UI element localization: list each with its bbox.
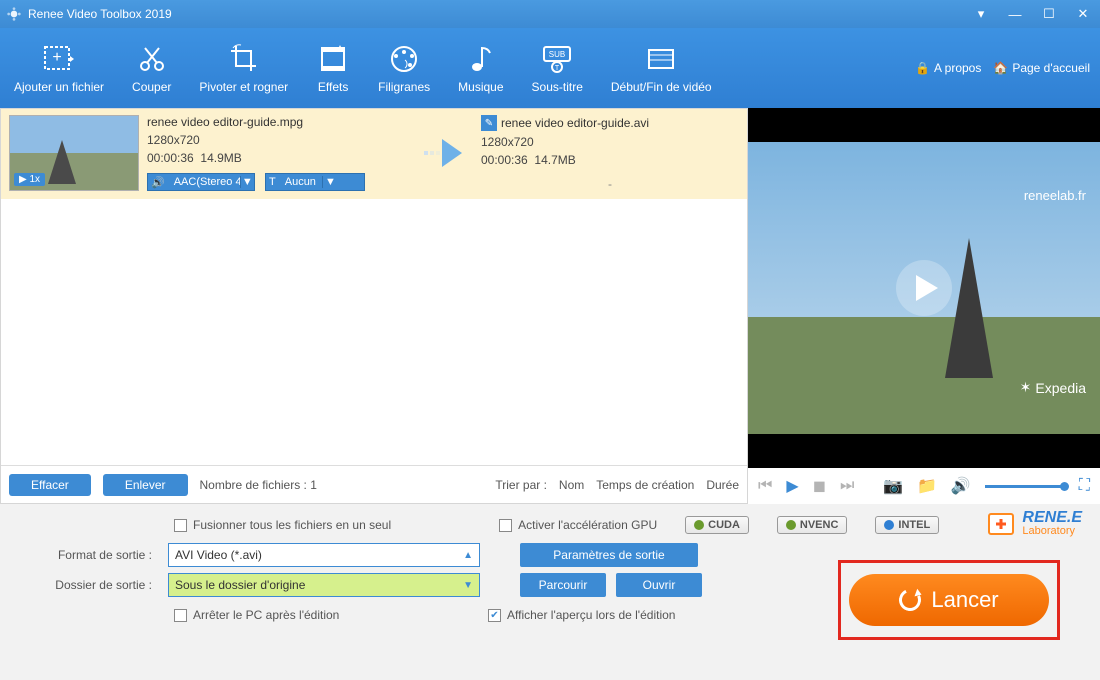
home-link[interactable]: 🏠Page d'accueil bbox=[993, 61, 1090, 75]
stop-button[interactable]: ◼ bbox=[813, 476, 826, 496]
volume-icon[interactable]: 🔊 bbox=[951, 476, 971, 496]
sort-duration[interactable]: Durée bbox=[706, 478, 739, 492]
file-count: Nombre de fichiers : 1 bbox=[200, 478, 317, 492]
output-format-dropdown[interactable]: AVI Video (*.avi)▲ bbox=[168, 543, 480, 567]
input-filename: renee video editor-guide.mpg bbox=[147, 115, 405, 129]
shutdown-checkbox[interactable]: Arrêter le PC après l'édition bbox=[174, 608, 464, 622]
launch-highlight: Lancer bbox=[838, 560, 1060, 640]
file-row[interactable]: ▶ 1x renee video editor-guide.mpg 1280x7… bbox=[1, 109, 747, 199]
svg-text:+: + bbox=[52, 49, 61, 66]
audio-codec-dropdown[interactable]: 🔊AAC(Stereo 4▼ bbox=[147, 173, 255, 191]
add-file-button[interactable]: + Ajouter un fichier bbox=[0, 28, 118, 108]
input-resolution: 1280x720 bbox=[147, 133, 405, 147]
edit-output-name-button[interactable]: ✎ bbox=[481, 115, 497, 131]
output-folder-dropdown[interactable]: Sous le dossier d'origine▼ bbox=[168, 573, 480, 597]
open-button[interactable]: Ouvrir bbox=[616, 573, 702, 597]
conversion-arrow-icon bbox=[413, 115, 473, 191]
preview-checkbox[interactable]: ✔Afficher l'aperçu lors de l'édition bbox=[488, 608, 675, 622]
output-resolution: 1280x720 bbox=[481, 135, 739, 149]
filmstrip-icon bbox=[316, 42, 350, 76]
svg-text:SUB: SUB bbox=[549, 50, 565, 59]
prev-button[interactable]: ⏮ bbox=[758, 477, 772, 495]
play-button[interactable]: ▶ bbox=[786, 476, 798, 496]
intel-chip[interactable]: INTEL bbox=[875, 516, 939, 534]
subtitle-dropdown[interactable]: TAucun▼ bbox=[265, 173, 365, 191]
minimize-button[interactable]: — bbox=[998, 0, 1032, 28]
cut-button[interactable]: Couper bbox=[118, 28, 185, 108]
add-file-icon: + bbox=[42, 42, 76, 76]
brand-logo: RENE.ELaboratory bbox=[986, 508, 1082, 538]
subtitle-button[interactable]: SUBT Sous-titre bbox=[518, 28, 597, 108]
maximize-button[interactable]: ☐ bbox=[1032, 0, 1066, 28]
next-button[interactable]: ⏭ bbox=[840, 477, 854, 495]
fullscreen-button[interactable]: ⛶ bbox=[1079, 477, 1090, 495]
lock-icon: 🔒 bbox=[915, 61, 930, 75]
format-label: Format de sortie : bbox=[14, 548, 158, 562]
app-title: Renee Video Toolbox 2019 bbox=[28, 7, 172, 21]
cuda-chip[interactable]: CUDA bbox=[685, 516, 749, 534]
refresh-icon bbox=[896, 586, 924, 614]
scissors-icon bbox=[135, 42, 169, 76]
clear-button[interactable]: Effacer bbox=[9, 474, 91, 496]
play-overlay-icon[interactable] bbox=[896, 260, 952, 316]
about-link[interactable]: 🔒A propos bbox=[915, 61, 981, 75]
output-settings-button[interactable]: Paramètres de sortie bbox=[520, 543, 698, 567]
input-thumbnail[interactable]: ▶ 1x bbox=[9, 115, 139, 191]
begin-end-button[interactable]: Début/Fin de vidéo bbox=[597, 28, 726, 108]
music-button[interactable]: Musique bbox=[444, 28, 517, 108]
watermarks-button[interactable]: Filigranes bbox=[364, 28, 444, 108]
music-note-icon bbox=[464, 42, 498, 76]
output-filename: renee video editor-guide.avi bbox=[501, 116, 649, 130]
volume-slider[interactable] bbox=[985, 485, 1065, 488]
begin-end-icon bbox=[644, 42, 678, 76]
subtitle-t-icon: T bbox=[266, 176, 279, 188]
remove-button[interactable]: Enlever bbox=[103, 474, 188, 496]
video-preview[interactable]: reneelab.fr ✶Expedia bbox=[748, 142, 1100, 434]
toolbar-chevron-icon[interactable]: ▾ bbox=[964, 0, 998, 28]
effects-button[interactable]: Effets bbox=[302, 28, 364, 108]
main-toolbar: + Ajouter un fichier Couper Pivoter et r… bbox=[0, 28, 1100, 108]
close-button[interactable]: ✕ bbox=[1066, 0, 1100, 28]
file-list: ▶ 1x renee video editor-guide.mpg 1280x7… bbox=[1, 109, 747, 465]
merge-checkbox[interactable]: Fusionner tous les fichiers en un seul bbox=[174, 518, 391, 532]
svg-text:T: T bbox=[555, 65, 560, 72]
list-footer: Effacer Enlever Nombre de fichiers : 1 T… bbox=[1, 465, 747, 503]
preview-brand-badge: ✶Expedia bbox=[1020, 379, 1086, 396]
watermark-icon bbox=[387, 42, 421, 76]
output-extra: - bbox=[481, 177, 739, 191]
snapshot-button[interactable]: 📷 bbox=[883, 476, 903, 496]
player-controls: ⏮ ▶ ◼ ⏭ 📷 📁 🔊 ⛶ bbox=[748, 468, 1100, 504]
thumbnail-speed-badge: ▶ 1x bbox=[14, 173, 45, 186]
rotate-crop-button[interactable]: Pivoter et rogner bbox=[185, 28, 302, 108]
preview-watermark: reneelab.fr bbox=[1024, 188, 1086, 203]
subtitle-icon: SUB T bbox=[540, 42, 574, 76]
app-logo-icon bbox=[6, 6, 22, 22]
home-icon: 🏠 bbox=[993, 61, 1008, 75]
launch-button[interactable]: Lancer bbox=[849, 574, 1049, 626]
nvenc-chip[interactable]: NVENC bbox=[777, 516, 848, 534]
sort-name[interactable]: Nom bbox=[559, 478, 584, 492]
open-folder-button[interactable]: 📁 bbox=[917, 476, 937, 496]
folder-label: Dossier de sortie : bbox=[14, 578, 158, 592]
title-bar: Renee Video Toolbox 2019 ▾ — ☐ ✕ bbox=[0, 0, 1100, 28]
bottom-panel: RENE.ELaboratory Fusionner tous les fich… bbox=[0, 504, 1100, 680]
browse-button[interactable]: Parcourir bbox=[520, 573, 606, 597]
crop-icon bbox=[227, 42, 261, 76]
speaker-icon: 🔊 bbox=[148, 176, 168, 189]
gpu-checkbox[interactable]: Activer l'accélération GPU bbox=[499, 518, 657, 532]
sort-time[interactable]: Temps de création bbox=[596, 478, 694, 492]
